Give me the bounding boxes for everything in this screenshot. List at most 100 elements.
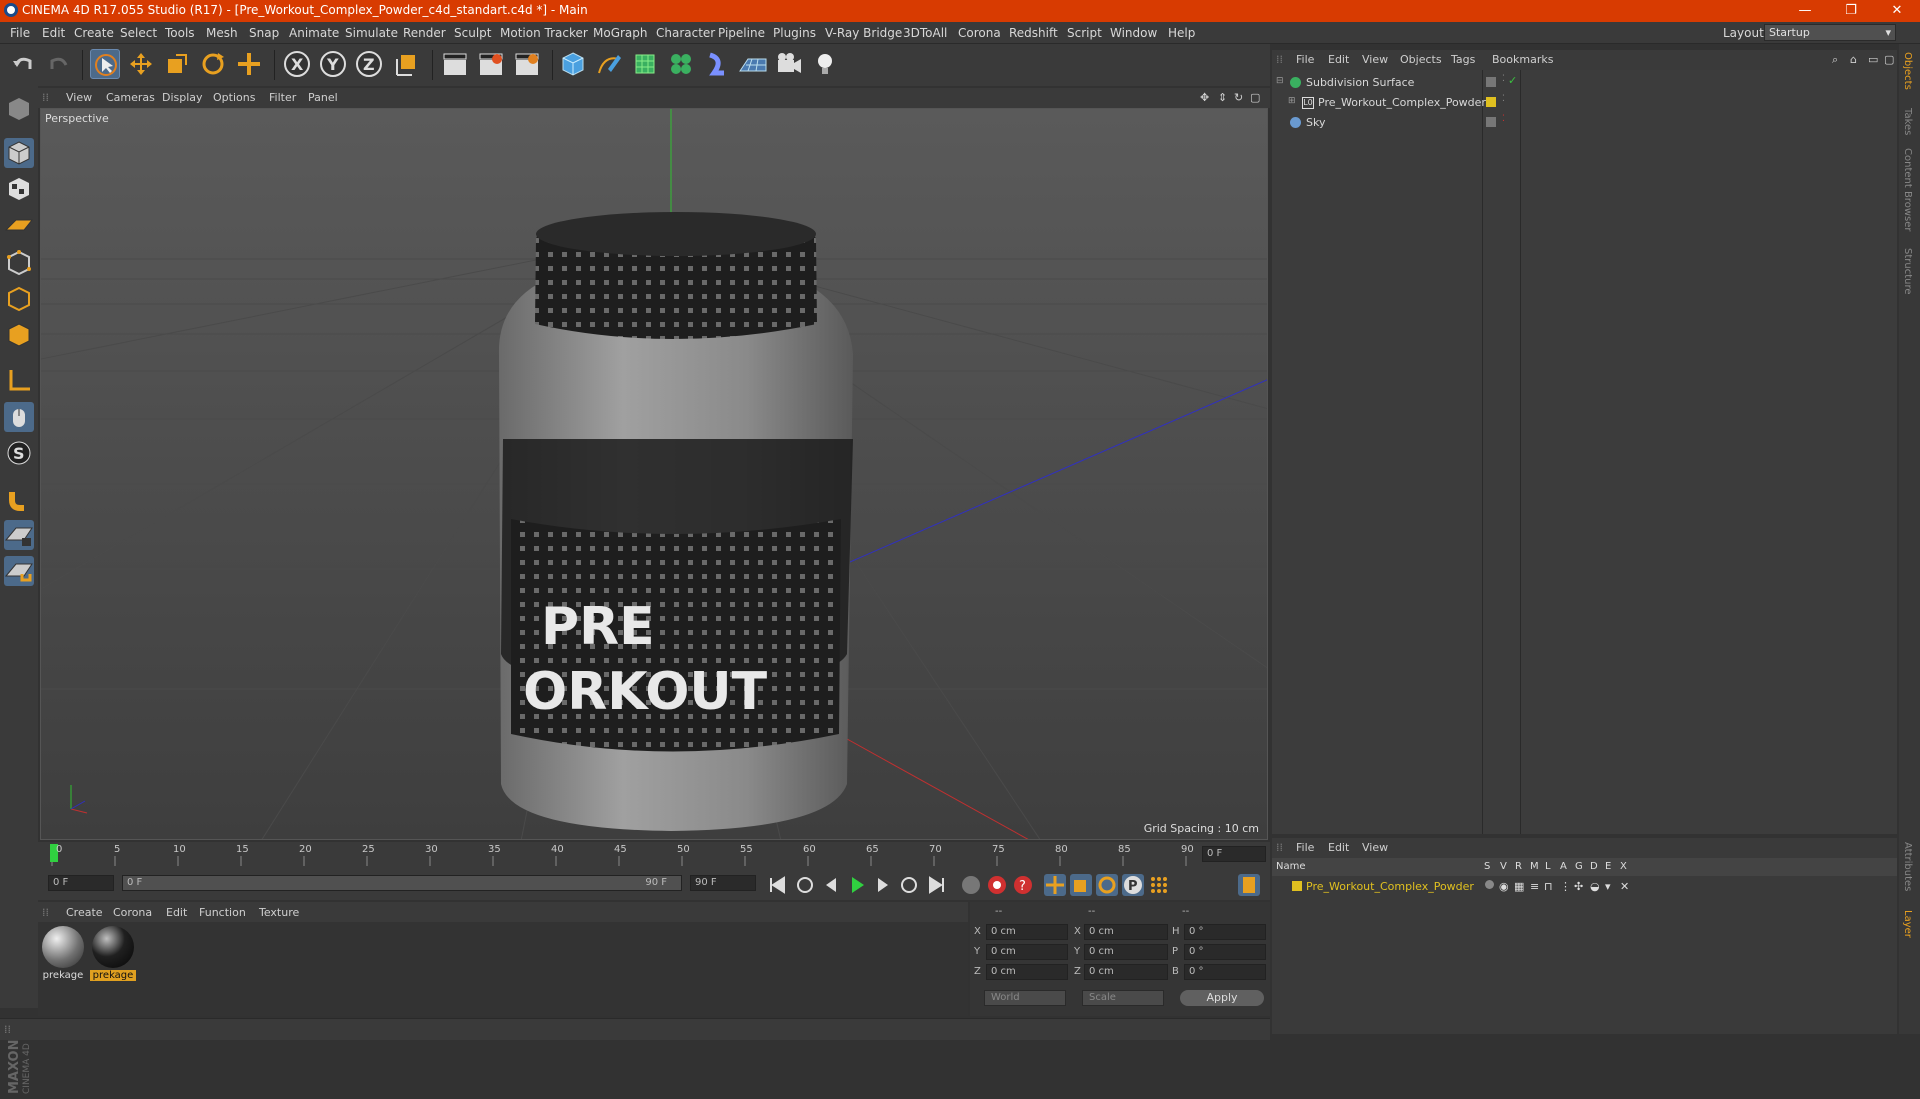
collapse-toggle-icon[interactable]: ⊟ [1276, 76, 1284, 86]
viewport-menu-view[interactable]: View [66, 91, 92, 104]
menu-mograph[interactable]: MoGraph [593, 26, 648, 40]
tweak-mode-button[interactable] [4, 402, 34, 432]
tab-attributes[interactable]: Attributes [1902, 842, 1913, 891]
add-floor-button[interactable] [738, 49, 768, 79]
enabled-check-icon[interactable]: ✓ [1508, 74, 1517, 87]
position-z-field[interactable]: 0 cm [986, 964, 1068, 980]
layer-col-deformers[interactable]: D [1590, 861, 1598, 872]
next-keyframe-button[interactable] [898, 874, 920, 896]
layer-color-swatch[interactable] [1292, 881, 1302, 891]
layout-select[interactable]: Startup ▾ [1764, 24, 1896, 41]
menu-mesh[interactable]: Mesh [206, 26, 238, 40]
expression-icon[interactable]: ▾ [1605, 880, 1611, 893]
make-editable-button[interactable] [4, 94, 34, 124]
points-mode-button[interactable] [4, 248, 34, 278]
max-frame-field[interactable]: 90 F [690, 875, 756, 891]
magnet-button[interactable] [4, 484, 34, 514]
menu-window[interactable]: Window [1110, 26, 1157, 40]
home-icon[interactable]: ⌂ [1850, 53, 1857, 66]
add-mograph-button[interactable] [666, 49, 696, 79]
size-x-field[interactable]: 0 cm [1084, 924, 1168, 940]
material-menu-function[interactable]: Function [199, 906, 246, 919]
menu-simulate[interactable]: Simulate [345, 26, 398, 40]
key-rotation-button[interactable] [1096, 874, 1118, 896]
maximize-panel-icon[interactable]: ▢ [1884, 53, 1894, 66]
menu-vray-bridge[interactable]: V-Ray Bridge [825, 26, 902, 40]
add-generator-button[interactable] [630, 49, 660, 79]
axis-mode-button[interactable] [4, 366, 34, 396]
render-clapboard-icon[interactable]: ▦ [1514, 880, 1524, 893]
apply-button[interactable]: Apply [1180, 990, 1264, 1006]
size-z-field[interactable]: 0 cm [1084, 964, 1168, 980]
layer-name[interactable]: Pre_Workout_Complex_Powder [1306, 880, 1474, 893]
dolly-view-icon[interactable]: ⇕ [1218, 91, 1227, 104]
menu-pipeline[interactable]: Pipeline [718, 26, 765, 40]
layer-col-expressions[interactable]: E [1605, 861, 1611, 872]
layer-tag-icon[interactable] [1486, 117, 1496, 127]
drag-handle-icon[interactable]: ⁞⁞ [42, 906, 49, 919]
menu-redshift[interactable]: Redshift [1009, 26, 1058, 40]
object-list[interactable]: ⊟ Subdivision Surface ⁚ ✓ ⊞ L0 Pre_Worko… [1272, 70, 1897, 834]
previous-keyframe-button[interactable] [794, 874, 816, 896]
menu-snap[interactable]: Snap [249, 26, 279, 40]
planar-workplane-button[interactable] [4, 556, 34, 586]
menu-script[interactable]: Script [1067, 26, 1102, 40]
lock-workplane-button[interactable] [4, 520, 34, 550]
timeline-end-frame-field[interactable]: 0 F [1202, 846, 1266, 862]
layer-tag-icon[interactable] [1486, 77, 1496, 87]
layer-col-render[interactable]: R [1515, 861, 1522, 872]
viewport-menu-options[interactable]: Options [213, 91, 255, 104]
animation-icon[interactable]: ⋮ [1560, 880, 1571, 893]
coordinate-space-dropdown[interactable]: World [984, 990, 1066, 1006]
y-axis-lock-button[interactable]: Y [318, 49, 348, 79]
layer-col-manager[interactable]: M [1530, 861, 1539, 872]
pan-view-icon[interactable]: ✥ [1200, 91, 1209, 104]
close-button[interactable]: ✕ [1874, 0, 1920, 22]
add-deformer-button[interactable] [702, 49, 732, 79]
tab-structure[interactable]: Structure [1902, 248, 1913, 295]
polygons-mode-button[interactable] [4, 320, 34, 350]
menu-plugins[interactable]: Plugins [773, 26, 816, 40]
viewport-menu-cameras[interactable]: Cameras [106, 91, 155, 104]
add-cube-button[interactable] [558, 49, 588, 79]
timeline-window-button[interactable] [1238, 874, 1260, 896]
object-menu-tags[interactable]: Tags [1451, 53, 1475, 66]
position-y-field[interactable]: 0 cm [986, 944, 1068, 960]
rotation-b-field[interactable]: 0 ° [1184, 964, 1266, 980]
visibility-dots-icon[interactable]: ⁚ [1502, 74, 1505, 84]
live-selection-button[interactable] [90, 49, 120, 79]
object-menu-bookmarks[interactable]: Bookmarks [1492, 53, 1553, 66]
key-pla-button[interactable] [1148, 874, 1170, 896]
viewport-menu-display[interactable]: Display [162, 91, 203, 104]
size-y-field[interactable]: 0 cm [1084, 944, 1168, 960]
object-menu-file[interactable]: File [1296, 53, 1314, 66]
object-name[interactable]: Pre_Workout_Complex_Powder [1318, 96, 1486, 109]
size-mode-dropdown[interactable]: Scale [1082, 990, 1164, 1006]
menu-sculpt[interactable]: Sculpt [454, 26, 491, 40]
key-parameter-button[interactable]: P [1122, 874, 1144, 896]
menu-help[interactable]: Help [1168, 26, 1195, 40]
keyframe-selection-button[interactable]: ? [1012, 874, 1034, 896]
material-menu-create[interactable]: Create [66, 906, 103, 919]
lock-icon[interactable]: ⊓ [1544, 880, 1553, 893]
object-row[interactable]: Sky ⁚ [1272, 114, 1897, 134]
object-menu-view[interactable]: View [1362, 53, 1388, 66]
add-light-button[interactable] [810, 49, 840, 79]
bookmark-icon[interactable]: ▭ [1868, 53, 1878, 66]
deformer-icon[interactable]: ◒ [1590, 880, 1600, 893]
drag-handle-icon[interactable]: ⁞⁞ [1276, 841, 1283, 854]
menu-motion-tracker[interactable]: Motion Tracker [500, 26, 588, 40]
current-frame-field[interactable]: 0 F [48, 875, 114, 891]
drag-handle-icon[interactable]: ⁞⁞ [4, 1023, 11, 1036]
menu-character[interactable]: Character [656, 26, 715, 40]
drag-handle-icon[interactable]: ⁞⁞ [42, 91, 49, 104]
material-menu-texture[interactable]: Texture [259, 906, 299, 919]
autokeying-button[interactable] [986, 874, 1008, 896]
record-active-objects-button[interactable] [960, 874, 982, 896]
jar-model[interactable]: PRE ORKOUT [498, 212, 853, 831]
frame-range-slider[interactable]: 0 F 90 F [122, 875, 682, 891]
xref-icon[interactable]: ✕ [1620, 880, 1629, 893]
rotation-p-field[interactable]: 0 ° [1184, 944, 1266, 960]
menu-animate[interactable]: Animate [289, 26, 339, 40]
object-menu-edit[interactable]: Edit [1328, 53, 1349, 66]
